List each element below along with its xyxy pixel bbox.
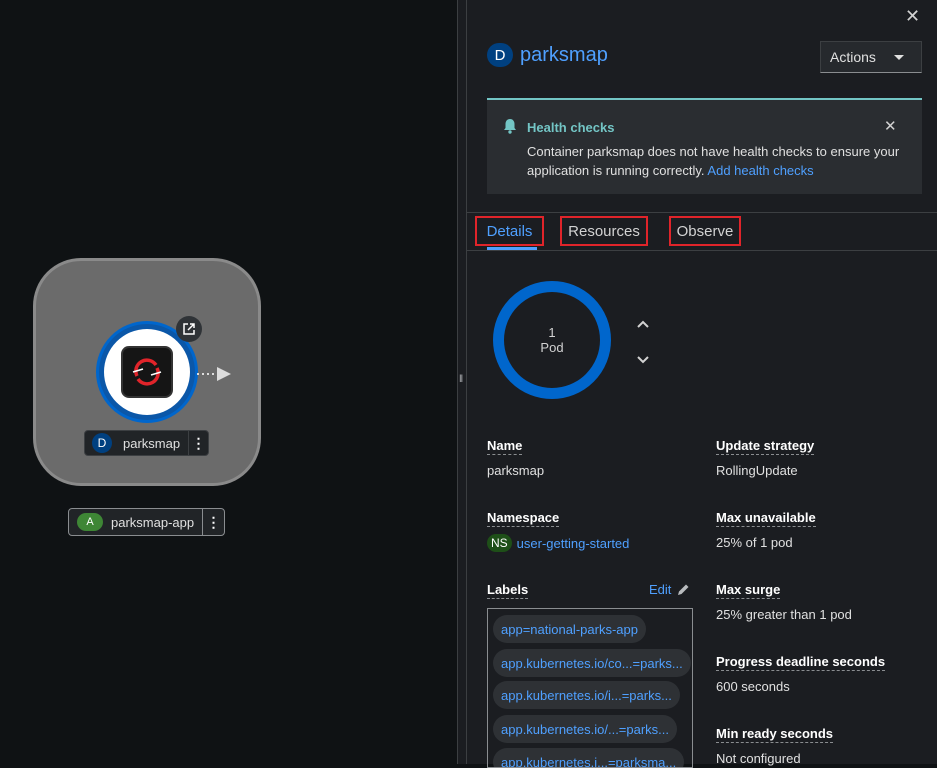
scale-down-icon[interactable] (636, 352, 650, 370)
actions-dropdown[interactable]: Actions (820, 41, 922, 73)
openshift-logo-icon (121, 346, 173, 398)
close-panel-icon[interactable]: ✕ (905, 6, 920, 27)
tab-details[interactable]: Details (475, 216, 544, 246)
update-strategy-label[interactable]: Update strategy (716, 438, 815, 455)
max-surge-label[interactable]: Max surge (716, 582, 781, 599)
max-unavailable-label[interactable]: Max unavailable (716, 510, 816, 527)
label-chip[interactable]: app.kubernetes.i...=parksma... (493, 748, 685, 767)
progress-deadline-value: 600 seconds (716, 679, 790, 694)
connector-arrow-icon[interactable] (197, 365, 233, 388)
health-checks-alert: Health checks ✕ Container parksmap does … (487, 98, 922, 194)
max-unavailable-value: 25% of 1 pod (716, 535, 793, 550)
active-tab-indicator (487, 247, 537, 250)
pod-count-label: Pod (540, 340, 564, 355)
alert-close-icon[interactable]: ✕ (884, 117, 897, 135)
application-group-name: parksmap-app (111, 514, 195, 530)
tab-observe[interactable]: Observe (669, 216, 741, 246)
min-ready-label[interactable]: Min ready seconds (716, 726, 834, 743)
label-chip[interactable]: app.kubernetes.io/...=parks... (493, 715, 678, 743)
tabs-bottom-border (467, 250, 937, 251)
tabs-top-border (467, 212, 937, 213)
add-health-checks-link[interactable]: Add health checks (707, 163, 813, 178)
alert-body: Container parksmap does not have health … (527, 142, 907, 180)
pod-count: 1 (548, 325, 556, 340)
labels-label[interactable]: Labels (487, 582, 529, 599)
update-strategy-value: RollingUpdate (716, 463, 798, 478)
alert-title: Health checks (527, 120, 615, 135)
label-chip[interactable]: app.kubernetes.io/co...=parks... (493, 649, 691, 677)
deployment-badge: D (92, 433, 112, 453)
deployment-node-label[interactable]: D parksmap ⋮ (84, 430, 209, 456)
max-surge-value: 25% greater than 1 pod (716, 607, 852, 622)
namespace-badge: NS (487, 534, 512, 552)
actions-label: Actions (830, 49, 876, 65)
namespace-value: NS user-getting-started (487, 534, 629, 552)
namespace-link[interactable]: user-getting-started (517, 536, 630, 551)
scale-up-icon[interactable] (636, 316, 650, 334)
panel-header: D parksmap (487, 43, 608, 67)
progress-deadline-label[interactable]: Progress deadline seconds (716, 654, 886, 671)
bell-icon (503, 118, 517, 139)
application-group-label[interactable]: A parksmap-app ⋮ (68, 508, 225, 536)
name-value: parksmap (487, 463, 545, 478)
pod-ring[interactable]: 1 Pod (493, 281, 611, 399)
group-kebab-menu-icon[interactable]: ⋮ (202, 509, 224, 535)
node-kebab-menu-icon[interactable]: ⋮ (188, 431, 208, 455)
application-badge: A (77, 513, 103, 531)
labels-list: app=national-parks-app app.kubernetes.io… (487, 608, 693, 768)
label-chip[interactable]: app.kubernetes.io/i...=parks... (493, 681, 680, 709)
deployment-node-name: parksmap (123, 435, 181, 451)
pencil-icon (678, 584, 689, 595)
caret-down-icon (894, 55, 904, 60)
deployment-resource-badge: D (487, 43, 513, 67)
namespace-label[interactable]: Namespace (487, 510, 560, 527)
tab-resources[interactable]: Resources (560, 216, 648, 246)
name-label[interactable]: Name (487, 438, 523, 455)
panel-title[interactable]: parksmap (520, 44, 608, 67)
edit-labels-text: Edit (649, 582, 672, 597)
label-chip[interactable]: app=national-parks-app (493, 615, 646, 643)
open-url-icon[interactable] (176, 316, 202, 342)
resize-grip-icon[interactable]: ‖ (459, 374, 463, 385)
edit-labels-link[interactable]: Edit (649, 582, 690, 597)
